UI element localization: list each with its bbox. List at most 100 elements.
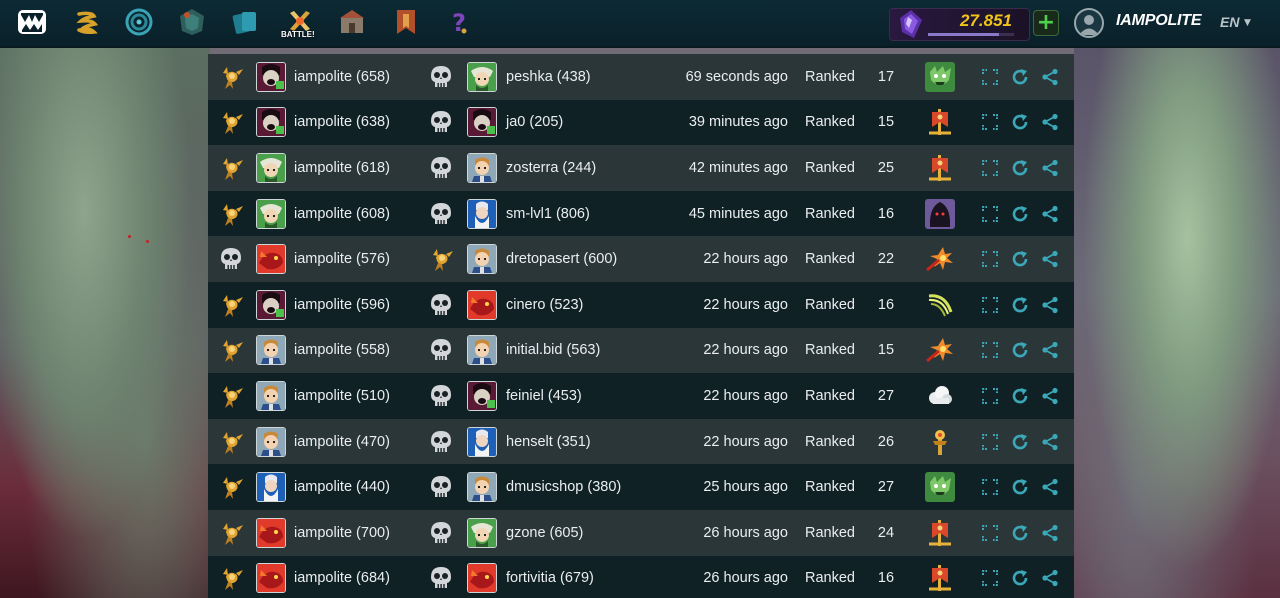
opponent-avatar[interactable] (467, 100, 499, 146)
portal-icon[interactable] (122, 5, 156, 39)
opponent-name[interactable]: zosterra (244) (506, 145, 676, 191)
battle-row[interactable]: iampolite (576) dretopasert (600) 22 hours… (208, 236, 1074, 282)
battle-row[interactable]: iampolite (638) ja0 (205) 39 minutes ago Ra… (208, 99, 1074, 146)
share-icon[interactable] (1038, 328, 1062, 374)
opponent-avatar[interactable] (467, 373, 499, 419)
battle-row[interactable]: iampolite (558) initial.bid (563) 22 hours… (208, 327, 1074, 374)
logo-icon[interactable] (15, 5, 49, 39)
replay-icon[interactable] (1008, 191, 1032, 237)
share-icon[interactable] (1038, 54, 1062, 100)
view-battle-icon[interactable] (978, 282, 1002, 328)
replay-icon[interactable] (1008, 556, 1032, 598)
add-dec-button[interactable]: + (1033, 10, 1059, 36)
tournament-icon[interactable] (389, 5, 423, 39)
view-battle-icon[interactable] (978, 145, 1002, 191)
player-name[interactable]: iampolite (576) (294, 236, 414, 282)
player-name[interactable]: iampolite (596) (294, 282, 414, 328)
language-selector[interactable]: EN (1220, 14, 1239, 30)
user-avatar[interactable] (1074, 8, 1104, 38)
view-battle-icon[interactable] (978, 510, 1002, 556)
battle-row[interactable]: iampolite (596) cinero (523) 22 hours ago R… (208, 282, 1074, 328)
opponent-avatar[interactable] (467, 236, 499, 282)
opponent-avatar[interactable] (467, 282, 499, 328)
player-avatar[interactable] (256, 464, 288, 510)
player-avatar[interactable] (256, 510, 288, 556)
share-icon[interactable] (1038, 282, 1062, 328)
replay-icon[interactable] (1008, 282, 1032, 328)
battle-row[interactable]: iampolite (658) peshka (438) 69 seconds ag… (208, 54, 1074, 100)
battle-row[interactable]: iampolite (700) gzone (605) 26 hours ago Ra… (208, 510, 1074, 556)
opponent-avatar[interactable] (467, 419, 499, 465)
opponent-name[interactable]: fortivitia (679) (506, 556, 676, 598)
quests-icon[interactable] (70, 5, 104, 39)
username[interactable]: IAMPOLITE (1116, 12, 1202, 30)
opponent-name[interactable]: peshka (438) (506, 54, 676, 100)
player-name[interactable]: iampolite (608) (294, 191, 414, 237)
view-battle-icon[interactable] (978, 236, 1002, 282)
opponent-avatar[interactable] (467, 464, 499, 510)
view-battle-icon[interactable] (978, 191, 1002, 237)
player-name[interactable]: iampolite (638) (294, 100, 414, 146)
share-icon[interactable] (1038, 510, 1062, 556)
view-battle-icon[interactable] (978, 464, 1002, 510)
player-name[interactable]: iampolite (684) (294, 556, 414, 598)
player-avatar[interactable] (256, 373, 288, 419)
replay-icon[interactable] (1008, 54, 1032, 100)
player-name[interactable]: iampolite (470) (294, 419, 414, 465)
opponent-avatar[interactable] (467, 145, 499, 191)
opponent-name[interactable]: dmusicshop (380) (506, 464, 676, 510)
player-name[interactable]: iampolite (440) (294, 464, 414, 510)
player-avatar[interactable] (256, 145, 288, 191)
share-icon[interactable] (1038, 236, 1062, 282)
battle-row[interactable]: iampolite (618) zosterra (244) 42 minutes … (208, 145, 1074, 191)
opponent-avatar[interactable] (467, 510, 499, 556)
replay-icon[interactable] (1008, 419, 1032, 465)
opponent-name[interactable]: dretopasert (600) (506, 236, 676, 282)
opponent-avatar[interactable] (467, 191, 499, 237)
replay-icon[interactable] (1008, 145, 1032, 191)
player-name[interactable]: iampolite (558) (294, 328, 414, 374)
share-icon[interactable] (1038, 419, 1062, 465)
player-avatar[interactable] (256, 54, 288, 100)
view-battle-icon[interactable] (978, 373, 1002, 419)
share-icon[interactable] (1038, 100, 1062, 146)
packs-icon[interactable] (175, 5, 209, 39)
battle-row[interactable]: iampolite (608) sm-lvl1 (806) 45 minutes a… (208, 190, 1074, 237)
player-avatar[interactable] (256, 556, 288, 598)
player-avatar[interactable] (256, 328, 288, 374)
replay-icon[interactable] (1008, 328, 1032, 374)
opponent-name[interactable]: ja0 (205) (506, 100, 676, 146)
player-avatar[interactable] (256, 419, 288, 465)
help-icon[interactable]: ? (442, 5, 476, 39)
opponent-avatar[interactable] (467, 328, 499, 374)
opponent-name[interactable]: feiniel (453) (506, 373, 676, 419)
battle-label[interactable]: BATTLE! (281, 30, 315, 39)
replay-icon[interactable] (1008, 373, 1032, 419)
player-name[interactable]: iampolite (510) (294, 373, 414, 419)
player-avatar[interactable] (256, 100, 288, 146)
battle-row[interactable]: iampolite (440) dmusicshop (380) 25 hours … (208, 464, 1074, 510)
player-avatar[interactable] (256, 236, 288, 282)
share-icon[interactable] (1038, 373, 1062, 419)
share-icon[interactable] (1038, 145, 1062, 191)
view-battle-icon[interactable] (978, 100, 1002, 146)
opponent-name[interactable]: henselt (351) (506, 419, 676, 465)
player-avatar[interactable] (256, 282, 288, 328)
opponent-avatar[interactable] (467, 556, 499, 598)
share-icon[interactable] (1038, 191, 1062, 237)
replay-icon[interactable] (1008, 510, 1032, 556)
player-name[interactable]: iampolite (618) (294, 145, 414, 191)
replay-icon[interactable] (1008, 236, 1032, 282)
view-battle-icon[interactable] (978, 419, 1002, 465)
share-icon[interactable] (1038, 556, 1062, 598)
view-battle-icon[interactable] (978, 328, 1002, 374)
view-battle-icon[interactable] (978, 54, 1002, 100)
replay-icon[interactable] (1008, 464, 1032, 510)
cards-icon[interactable] (228, 5, 262, 39)
view-battle-icon[interactable] (978, 556, 1002, 598)
replay-icon[interactable] (1008, 100, 1032, 146)
battle-row[interactable]: iampolite (510) feiniel (453) 22 hours ago… (208, 373, 1074, 419)
battle-row[interactable]: iampolite (470) henselt (351) 22 hours ago… (208, 418, 1074, 465)
player-name[interactable]: iampolite (658) (294, 54, 414, 100)
opponent-name[interactable]: initial.bid (563) (506, 328, 676, 374)
